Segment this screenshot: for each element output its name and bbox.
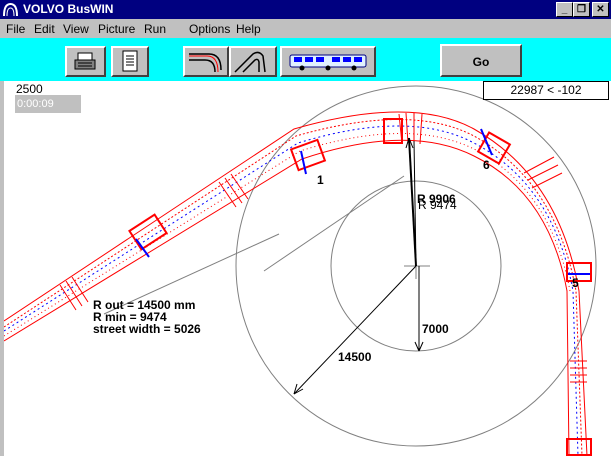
bus-icon [289, 54, 367, 71]
printer-icon [74, 52, 96, 70]
curve-turn-button[interactable] [229, 46, 277, 77]
menu-options[interactable]: Options [189, 22, 230, 36]
volvo-logo-icon [3, 2, 18, 17]
dim-7000-label: 7000 [422, 322, 449, 336]
title-bar: VOLVO BusWIN _ ❐ ✕ [0, 0, 611, 19]
minimize-button[interactable]: _ [556, 2, 573, 17]
axle-marker-5: 5 [572, 276, 579, 290]
go-label: Go [472, 55, 490, 69]
document-icon [122, 50, 138, 72]
axle-marker-1: 1 [317, 173, 324, 187]
bus-inner-outline [4, 139, 570, 456]
curve-turn-icon [234, 51, 266, 73]
menu-picture[interactable]: Picture [98, 22, 135, 36]
corner-turn-button[interactable] [183, 46, 229, 77]
menu-help[interactable]: Help [236, 22, 261, 36]
menu-file[interactable]: File [6, 22, 25, 36]
coordinate-readout: 22987 < -102 [483, 81, 609, 100]
go-button[interactable]: Go [440, 44, 522, 77]
corner-turn-icon [189, 53, 222, 73]
document-button[interactable] [111, 46, 149, 77]
turning-diagram [4, 85, 597, 456]
bus-button[interactable] [280, 46, 376, 77]
print-button[interactable] [65, 46, 106, 77]
drawing-canvas[interactable]: 2500 0:00:09 22987 < -102 R out = 14500 … [4, 81, 611, 456]
menu-bar: File Edit View Picture Run Options Help [0, 19, 611, 38]
window-title: VOLVO BusWIN [23, 2, 114, 16]
toolbar: Go [0, 38, 611, 81]
timer-display: 0:00:09 [15, 95, 81, 113]
street-width-label: street width = 5026 [93, 322, 201, 336]
r-9474-label: R 9474 [418, 198, 457, 212]
menu-edit[interactable]: Edit [34, 22, 55, 36]
bus-wheels [128, 118, 592, 456]
dimension-line-14500 [293, 265, 417, 395]
dim-14500-label: 14500 [338, 350, 372, 364]
bus-axles [135, 128, 590, 275]
axle-marker-6: 6 [483, 158, 490, 172]
menu-run[interactable]: Run [144, 22, 166, 36]
close-button[interactable]: ✕ [592, 2, 609, 17]
menu-view[interactable]: View [63, 22, 89, 36]
step-value: 2500 [16, 82, 43, 96]
restore-button[interactable]: ❐ [573, 2, 590, 17]
